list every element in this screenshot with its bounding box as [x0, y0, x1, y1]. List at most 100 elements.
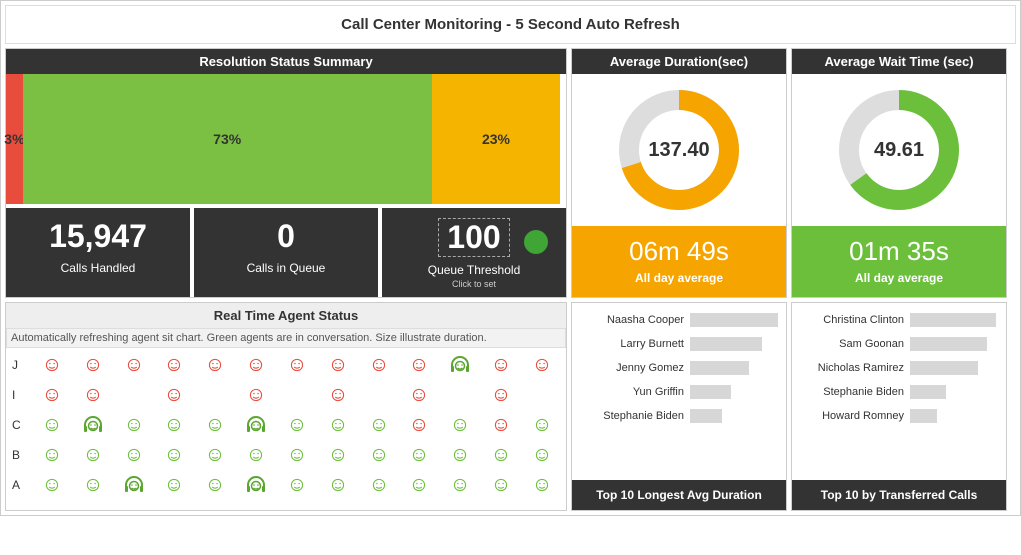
list-item-name: Howard Romney: [800, 410, 910, 422]
agent-cell[interactable]: [442, 388, 478, 402]
agent-cell[interactable]: [320, 388, 356, 402]
list-item-name: Jenny Gomez: [580, 362, 690, 374]
agent-row: B: [12, 440, 560, 470]
avg-wait-big: 01m 35s: [792, 236, 1006, 267]
agent-cell[interactable]: [197, 388, 233, 402]
agent-cell[interactable]: [34, 353, 70, 377]
agent-cell[interactable]: [320, 353, 356, 377]
avg-duration-header: Average Duration(sec): [572, 49, 786, 74]
agent-cell[interactable]: [279, 448, 315, 462]
agent-cell[interactable]: [279, 388, 315, 402]
avg-duration-center: 137.40: [614, 85, 744, 215]
agent-cell[interactable]: [483, 388, 519, 402]
agent-cell[interactable]: [442, 473, 478, 497]
agent-cell[interactable]: [483, 473, 519, 497]
agent-cell[interactable]: [75, 448, 111, 462]
agent-cell[interactable]: [197, 413, 233, 437]
agent-cell[interactable]: [116, 353, 152, 377]
agent-face-icon: [331, 478, 345, 492]
resolution-segment-orange: 23%: [432, 74, 561, 204]
list-item: Yun Griffin: [580, 385, 778, 399]
agent-cell[interactable]: [238, 353, 274, 377]
queue-threshold-metric[interactable]: 100 Queue Threshold Click to set: [382, 208, 566, 297]
agent-face-icon: [453, 478, 467, 492]
agent-face-icon: [412, 388, 426, 402]
agent-face-icon: [167, 448, 181, 462]
agent-cell[interactable]: [483, 353, 519, 377]
agent-cell[interactable]: [34, 388, 70, 402]
agent-cell[interactable]: [156, 473, 192, 497]
agent-cell[interactable]: [524, 473, 560, 497]
agent-cell[interactable]: [34, 448, 70, 462]
agent-face-icon: [331, 448, 345, 462]
agent-cell[interactable]: [197, 448, 233, 462]
agent-cell[interactable]: [401, 413, 437, 437]
agent-cell[interactable]: [483, 413, 519, 437]
agent-cell[interactable]: [401, 473, 437, 497]
avg-duration-small: All day average: [572, 271, 786, 285]
agent-cell[interactable]: [401, 388, 437, 402]
agent-cell[interactable]: [156, 353, 192, 377]
agent-cell[interactable]: [116, 448, 152, 462]
agent-cell[interactable]: [320, 473, 356, 497]
agent-cell[interactable]: [320, 448, 356, 462]
agent-cell[interactable]: [401, 448, 437, 462]
agent-face-icon: [249, 448, 263, 462]
agent-cell[interactable]: [238, 473, 274, 497]
agent-cell[interactable]: [197, 473, 233, 497]
agent-cell[interactable]: [238, 388, 274, 402]
agent-cell[interactable]: [116, 473, 152, 497]
agent-face-icon: [208, 358, 222, 372]
agent-cell[interactable]: [442, 413, 478, 437]
agent-cell[interactable]: [320, 413, 356, 437]
agent-cell[interactable]: [361, 353, 397, 377]
agent-face-icon: [494, 418, 508, 432]
agent-cell[interactable]: [361, 473, 397, 497]
queue-threshold-value[interactable]: 100: [438, 218, 509, 257]
agent-cell[interactable]: [238, 448, 274, 462]
agent-row: I: [12, 380, 560, 410]
agent-cell[interactable]: [75, 388, 111, 402]
agent-cell[interactable]: [524, 448, 560, 462]
agent-face-icon: [86, 448, 100, 462]
agent-face-icon: [494, 388, 508, 402]
list-item: Stephanie Biden: [800, 385, 998, 399]
agent-cell[interactable]: [361, 448, 397, 462]
agent-cell[interactable]: [156, 413, 192, 437]
agent-cell[interactable]: [279, 353, 315, 377]
top-transferred-panel: Christina ClintonSam GoonanNicholas Rami…: [791, 302, 1007, 511]
agent-cell[interactable]: [401, 353, 437, 377]
agent-cell[interactable]: [524, 388, 560, 402]
agent-cell[interactable]: [34, 473, 70, 497]
agent-cell[interactable]: [524, 353, 560, 377]
agent-face-icon: [535, 478, 549, 492]
calls-handled-label: Calls Handled: [10, 261, 186, 275]
agent-cell[interactable]: [75, 473, 111, 497]
agent-face-icon: [372, 418, 386, 432]
agent-cell[interactable]: [116, 413, 152, 437]
agent-cell[interactable]: [116, 388, 152, 402]
agent-cell[interactable]: [156, 448, 192, 462]
agent-cell[interactable]: [75, 413, 111, 437]
avg-wait-small: All day average: [792, 271, 1006, 285]
agent-cell[interactable]: [442, 448, 478, 462]
agent-cell[interactable]: [238, 413, 274, 437]
agent-cell[interactable]: [75, 353, 111, 377]
top-transferred-footer: Top 10 by Transferred Calls: [792, 480, 1006, 510]
resolution-segment-green: 73%: [23, 74, 432, 204]
agent-cell[interactable]: [279, 413, 315, 437]
agent-cell[interactable]: [361, 413, 397, 437]
agent-cell[interactable]: [361, 388, 397, 402]
agent-face-icon: [331, 388, 345, 402]
agent-cell[interactable]: [483, 448, 519, 462]
agent-cell[interactable]: [524, 413, 560, 437]
agent-face-icon: [167, 418, 181, 432]
agent-cell[interactable]: [442, 353, 478, 377]
agent-row-label: A: [12, 478, 30, 492]
agent-cell[interactable]: [156, 388, 192, 402]
agent-cell[interactable]: [34, 413, 70, 437]
list-item-bar: [910, 361, 978, 375]
agent-cell[interactable]: [279, 473, 315, 497]
agent-row-label: I: [12, 388, 30, 402]
agent-cell[interactable]: [197, 353, 233, 377]
